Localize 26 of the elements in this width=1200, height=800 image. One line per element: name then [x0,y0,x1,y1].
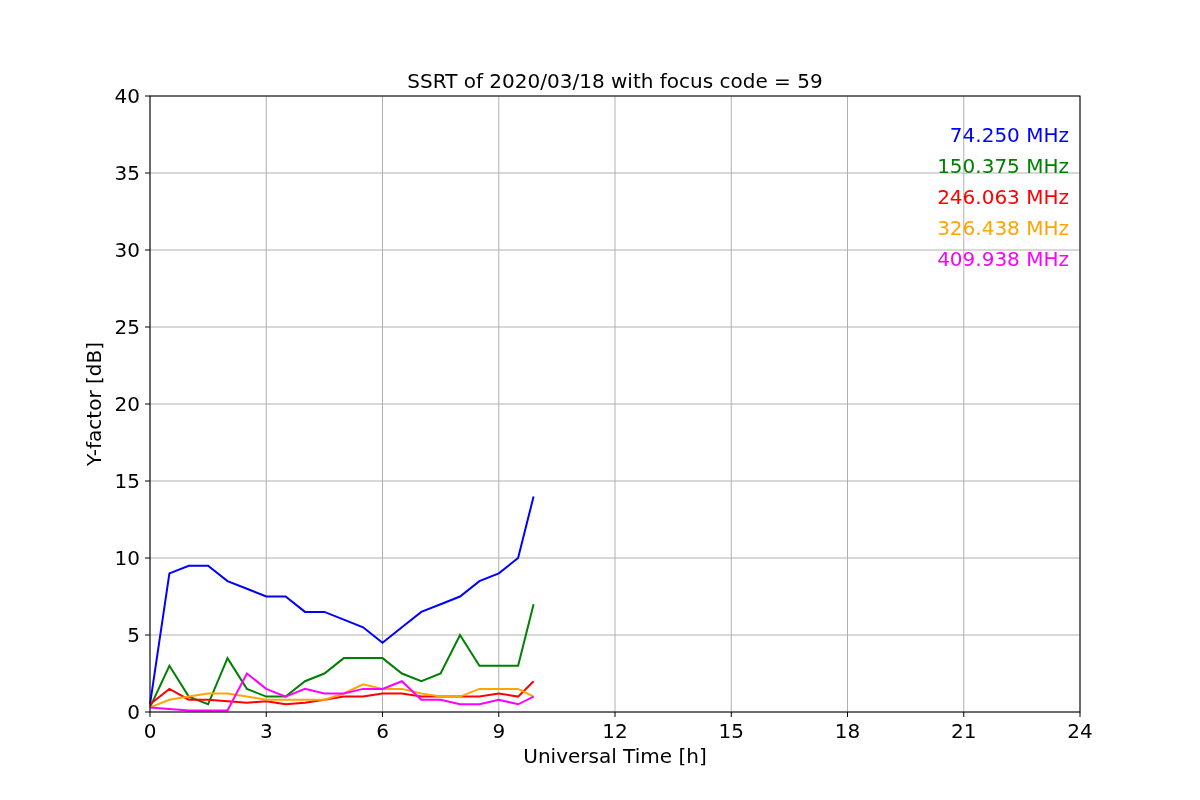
tick-label: 10 [114,546,140,570]
tick-label: 25 [114,315,140,339]
tick-label: 15 [718,719,744,743]
tick-label: 21 [951,719,977,743]
tick-label: 5 [127,623,140,647]
axis-label: Universal Time [h] [523,744,707,768]
legend-label: 246.063 MHz [937,185,1069,209]
legend-label: 150.375 MHz [937,154,1069,178]
tick-label: 9 [492,719,506,743]
tick-label: 40 [114,84,140,108]
tick-label: 18 [834,719,861,743]
tick-label: 0 [143,719,157,743]
tick-label: 3 [259,719,273,743]
legend-label: 409.938 MHz [937,247,1069,271]
tick-label: 0 [127,700,140,724]
tick-label: 35 [114,161,140,185]
tick-label: 20 [114,392,140,416]
chart-title: SSRT of 2020/03/18 with focus code = 59 [407,69,823,93]
tick-label: 6 [376,719,389,743]
axis-label: Y-factor [dB] [82,342,106,466]
tick-label: 12 [602,719,628,743]
tick-label: 24 [1067,719,1093,743]
tick-label: 30 [114,238,140,262]
tick-label: 15 [114,469,140,493]
legend-label: 326.438 MHz [937,216,1069,240]
legend-label: 74.250 MHz [949,123,1069,147]
